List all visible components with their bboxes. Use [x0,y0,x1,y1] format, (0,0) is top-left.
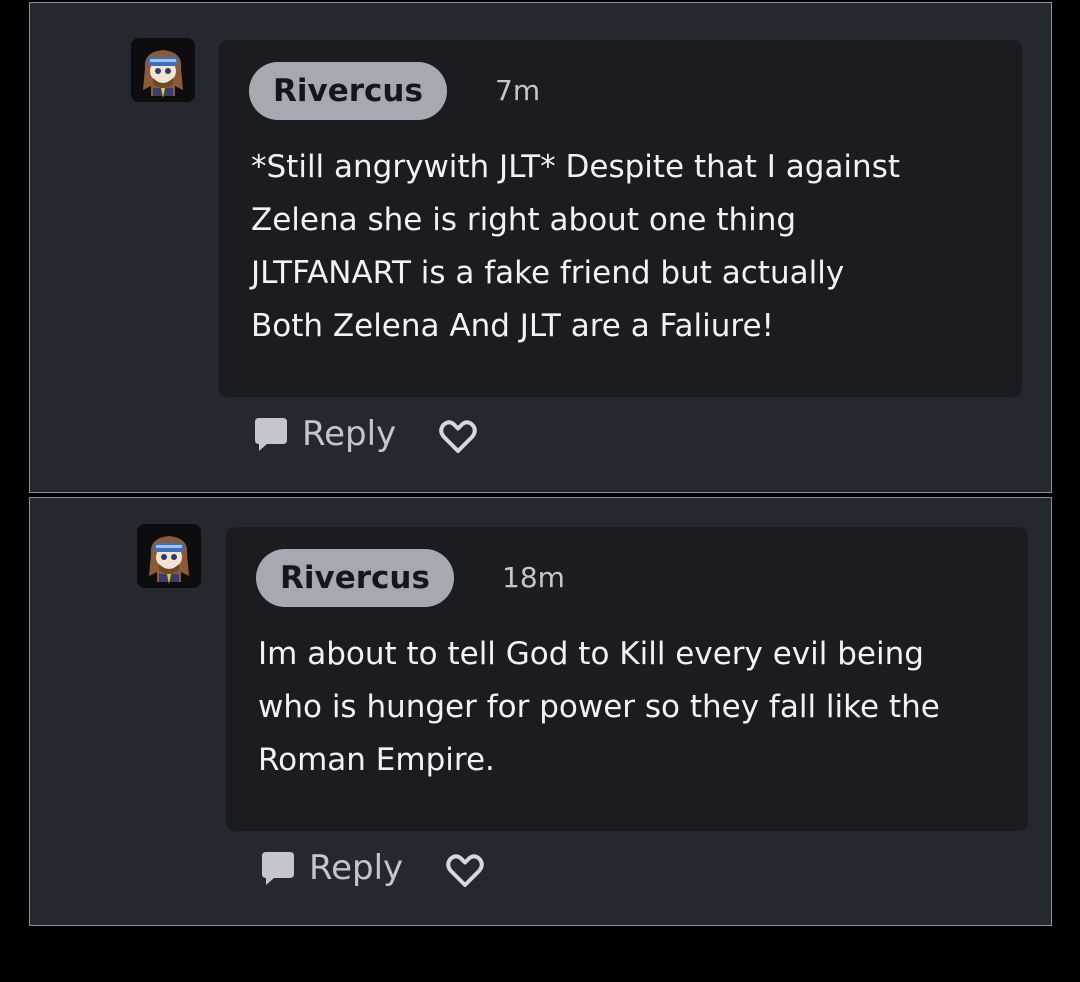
username-badge[interactable]: Rivercus [249,62,447,120]
reply-button[interactable]: Reply [257,844,403,892]
comment-card: Rivercus 7m *Still angrywith JLT* Despit… [29,2,1052,493]
avatar-image [137,524,201,588]
reply-button[interactable]: Reply [250,410,396,458]
like-button[interactable] [444,850,486,892]
comment-timestamp: 7m [495,74,541,107]
avatar-image [131,38,195,102]
speech-bubble-icon [255,418,287,451]
heart-icon [446,854,484,887]
username-badge[interactable]: Rivercus [256,549,454,607]
comment-bubble: Rivercus 7m *Still angrywith JLT* Despit… [219,40,1022,397]
user-avatar[interactable] [137,524,201,588]
comment-bubble: Rivercus 18m Im about to tell God to Kil… [226,527,1028,831]
speech-bubble-icon [262,852,294,885]
comment-text: Im about to tell God to Kill every evil … [258,636,940,778]
heart-icon [439,420,477,453]
comment-text: *Still angrywith JLT* Despite that I aga… [251,149,901,344]
reply-label: Reply [309,848,404,888]
comment-timestamp: 18m [502,561,565,594]
reply-label: Reply [302,414,397,454]
user-avatar[interactable] [131,38,195,102]
comment-card: Rivercus 18m Im about to tell God to Kil… [29,497,1052,926]
like-button[interactable] [437,416,479,458]
